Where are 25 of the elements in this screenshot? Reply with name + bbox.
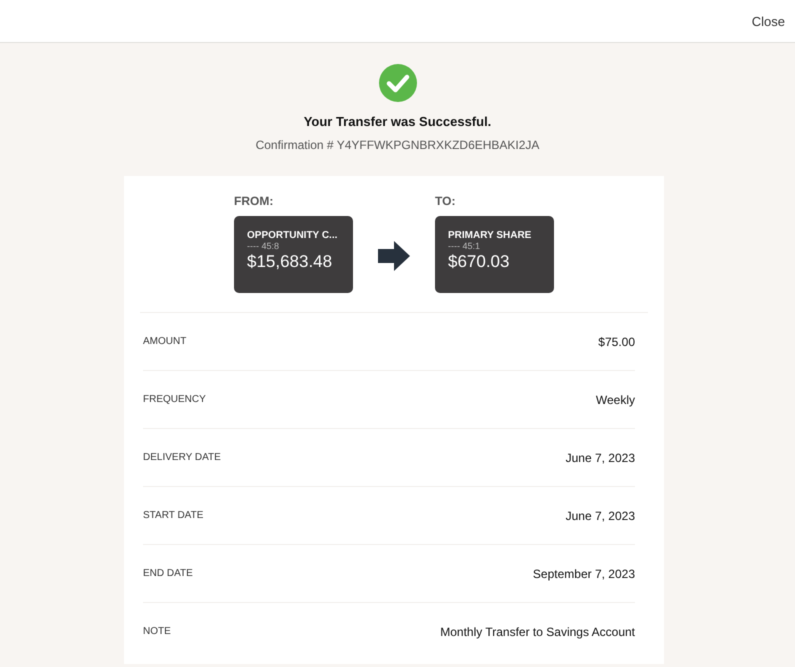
detail-label: NOTE [143,626,171,637]
confirmation-number: Confirmation # Y4YFFWKPGNBRXKZD6EHBAKI2JA [256,138,540,152]
detail-value: $75.00 [598,334,635,348]
detail-label: END DATE [143,568,193,579]
account-name: OPPORTUNITY C... [247,230,338,241]
detail-value: June 7, 2023 [566,508,635,522]
success-title: Your Transfer was Successful. [304,114,492,129]
account-balance: $15,683.48 [247,252,334,272]
success-check-icon [378,64,416,102]
account-number: ---- 45:1 [448,241,482,251]
account-name: PRIMARY SHARE [448,230,532,241]
detail-label: AMOUNT [143,336,186,347]
account-number: ---- 45:8 [247,241,280,251]
detail-value: September 7, 2023 [532,566,635,580]
account-direction-label: FROM: [234,194,274,208]
detail-label: DELIVERY DATE [143,452,221,463]
detail-label: START DATE [143,510,204,521]
detail-label: FREQUENCY [143,394,206,405]
account-balance: $670.03 [448,252,510,272]
close-button[interactable]: Close [742,14,795,28]
right-arrow-icon [378,241,410,271]
account-direction-label: TO: [435,194,456,208]
detail-value: June 7, 2023 [566,450,635,464]
detail-value: Weekly [596,392,635,406]
detail-value: Monthly Transfer to Savings Account [440,624,635,638]
